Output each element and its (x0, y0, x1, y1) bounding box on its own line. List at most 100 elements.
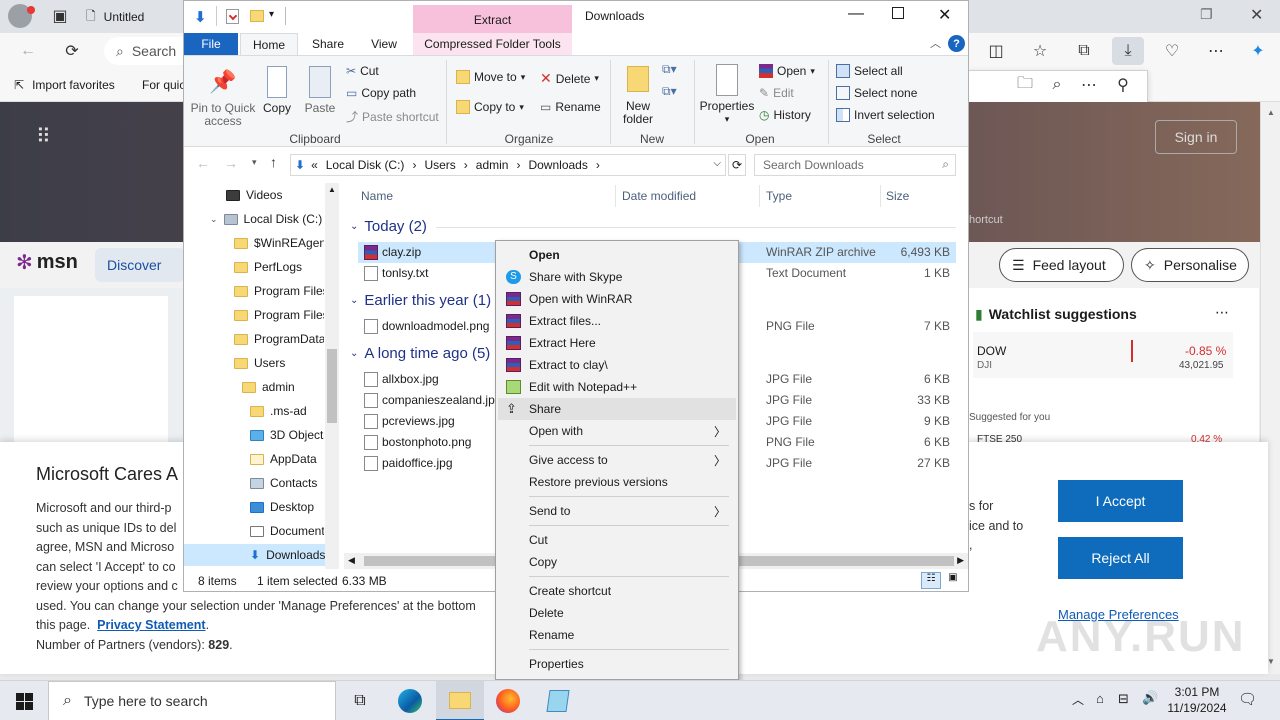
browser-close-icon[interactable]: ✕ (1250, 5, 1263, 25)
close-icon[interactable]: ✕ (938, 5, 951, 25)
select-none-button[interactable]: Select none (836, 86, 917, 100)
move-to-button[interactable]: Move to ▾ (456, 70, 525, 84)
feed-layout-button[interactable]: ☰ Feed layout (999, 248, 1124, 282)
menu-item-extract-here[interactable]: Extract Here (498, 332, 736, 354)
nav-item-programdata[interactable]: ProgramData (234, 328, 324, 350)
up-icon[interactable]: ↑ (270, 154, 277, 170)
crumb-local-disk[interactable]: Local Disk (C:) (326, 158, 405, 172)
reject-all-button[interactable]: Reject All (1058, 537, 1183, 579)
menu-item-copy[interactable]: Copy (498, 551, 736, 573)
column-separator[interactable] (759, 185, 760, 207)
msn-logo[interactable]: ✻ msn (16, 250, 78, 275)
import-favorites-button[interactable]: ⇱ Import favorites (14, 78, 115, 92)
menu-item-cut[interactable]: Cut (498, 529, 736, 551)
group-header-today[interactable]: ⌄ Today (2) (350, 218, 427, 235)
nav-item-3d-objects[interactable]: 3D Objects (250, 424, 324, 446)
browser-tab[interactable]: 🗋 Untitled (86, 4, 186, 30)
extract-contextual-tab[interactable]: Extract (413, 5, 572, 33)
column-date-modified[interactable]: Date modified (622, 189, 696, 203)
accept-button[interactable]: I Accept (1058, 480, 1183, 522)
browser-essentials-icon[interactable]: ♡ (1158, 37, 1186, 65)
scroll-up-icon[interactable]: ▲ (1267, 108, 1275, 117)
menu-item-send-to[interactable]: Send to 〉 (498, 500, 736, 522)
taskbar-search-input[interactable]: ⌕ Type here to search (48, 681, 336, 720)
collapse-chevron-icon[interactable]: ⌄ (350, 295, 358, 306)
sign-in-button[interactable]: Sign in (1155, 120, 1237, 154)
crumb-chevron-icon[interactable]: › (596, 158, 600, 172)
menu-item-rename[interactable]: Rename (498, 624, 736, 646)
open-folder-icon[interactable]: 🗀 (1011, 71, 1039, 99)
crumb-downloads[interactable]: Downloads (528, 158, 587, 172)
crumb-admin[interactable]: admin (476, 158, 509, 172)
device-icon[interactable]: ⌂ (1096, 691, 1104, 706)
nav-item-appdata[interactable]: AppData (250, 448, 317, 470)
pin-to-quick-access-button[interactable]: 📌 Pin to Quick access (190, 66, 256, 128)
crumb-users[interactable]: Users (424, 158, 455, 172)
pin-icon[interactable]: ⚲ (1109, 71, 1137, 99)
menu-item-open-with-winrar[interactable]: Open with WinRAR (498, 288, 736, 310)
flyout-more-icon[interactable]: ⋯ (1075, 71, 1103, 99)
nav-item-desktop[interactable]: Desktop (250, 496, 314, 518)
collapse-chevron-icon[interactable]: ⌄ (350, 221, 358, 232)
nav-pane-scrollbar[interactable]: ▲ (325, 183, 339, 569)
tab-share[interactable]: Share (304, 33, 352, 55)
nav-item-videos[interactable]: Videos (226, 184, 282, 206)
easy-access-icon[interactable]: ⧉▾ (662, 84, 677, 99)
paste-button[interactable]: Paste (300, 66, 340, 115)
properties-qat-icon[interactable] (226, 9, 239, 24)
app-launcher-icon[interactable]: ⠿ (36, 124, 53, 149)
column-separator[interactable] (880, 185, 881, 207)
properties-button[interactable]: Properties ▾ (698, 64, 756, 126)
paste-shortcut-button[interactable]: ⤴ Paste shortcut (346, 108, 439, 125)
split-screen-icon[interactable]: ◫ (982, 37, 1010, 65)
scroll-thumb[interactable] (327, 349, 337, 423)
address-dropdown-icon[interactable]: ⌵ (713, 158, 721, 169)
task-view-icon[interactable]: ⧉ (336, 681, 384, 720)
column-name[interactable]: Name (361, 189, 393, 203)
column-size[interactable]: Size (886, 189, 909, 203)
history-button[interactable]: ◷ History (759, 108, 811, 122)
menu-item-give-access-to[interactable]: Give access to 〉 (498, 449, 736, 471)
menu-item-share-with-skype[interactable]: S Share with Skype (498, 266, 736, 288)
nav-item-admin[interactable]: admin (242, 376, 295, 398)
volume-icon[interactable]: 🔊 (1142, 690, 1158, 706)
firefox-taskbar-icon[interactable] (484, 681, 532, 720)
favorites-icon[interactable]: ☆ (1026, 37, 1054, 65)
tab-compressed-folder-tools[interactable]: Compressed Folder Tools (413, 33, 572, 55)
scroll-down-icon[interactable]: ▼ (1267, 657, 1275, 666)
large-icons-view-icon[interactable]: ▣ (945, 572, 961, 589)
menu-item-edit-with-notepadpp[interactable]: Edit with Notepad++ (498, 376, 736, 398)
nav-item-local-disk[interactable]: ⌄ Local Disk (C:) (210, 208, 322, 230)
qat-dropdown-icon[interactable]: ▾ (269, 9, 274, 20)
refresh-icon[interactable]: ⟳ (728, 154, 746, 176)
downloads-icon[interactable]: ⤓ (1112, 37, 1144, 65)
edge-taskbar-icon[interactable] (386, 681, 434, 720)
nav-item-documents[interactable]: Documents (250, 520, 324, 542)
clock[interactable]: 3:01 PM 11/19/2024 (1166, 684, 1228, 716)
nav-item-program-files-x86[interactable]: Program Files (234, 304, 324, 326)
copy-button[interactable]: Copy (258, 66, 296, 115)
collections-icon[interactable]: ⧉ (1070, 37, 1098, 65)
collapse-chevron-icon[interactable]: ⌄ (350, 348, 358, 359)
back-icon[interactable]: ← (196, 155, 210, 171)
menu-item-open-with[interactable]: Open with 〉 (498, 420, 736, 442)
back-icon[interactable]: ← (14, 37, 42, 65)
invert-selection-button[interactable]: Invert selection (836, 108, 935, 122)
expand-chevron-icon[interactable]: ⌄ (210, 214, 218, 225)
personalise-button[interactable]: ✧ Personalise (1131, 248, 1249, 282)
refresh-icon[interactable]: ⟳ (58, 37, 86, 65)
more-options-icon[interactable]: ⋯ (1202, 37, 1230, 65)
rename-button[interactable]: ▭ Rename (540, 100, 601, 114)
crumb-chevron-icon[interactable]: › (516, 158, 520, 172)
column-separator[interactable] (615, 185, 616, 207)
restore-icon[interactable]: ❐ (1200, 6, 1213, 23)
address-bar[interactable]: ⌕ Search (104, 37, 194, 65)
stock-row[interactable]: DOW DJI -0.85 % 43,021.95 (973, 332, 1233, 378)
group-header-long-time-ago[interactable]: ⌄ A long time ago (5) (350, 345, 490, 362)
new-folder-button[interactable]: New folder (616, 66, 660, 126)
watchlist-more-icon[interactable]: ⋯ (1215, 304, 1229, 321)
nav-item-contacts[interactable]: Contacts (250, 472, 317, 494)
tab-actions-icon[interactable]: ▣ (46, 2, 74, 30)
overflow-crumb[interactable]: « (311, 158, 318, 172)
show-hidden-icons[interactable]: ︿ (1072, 691, 1084, 708)
